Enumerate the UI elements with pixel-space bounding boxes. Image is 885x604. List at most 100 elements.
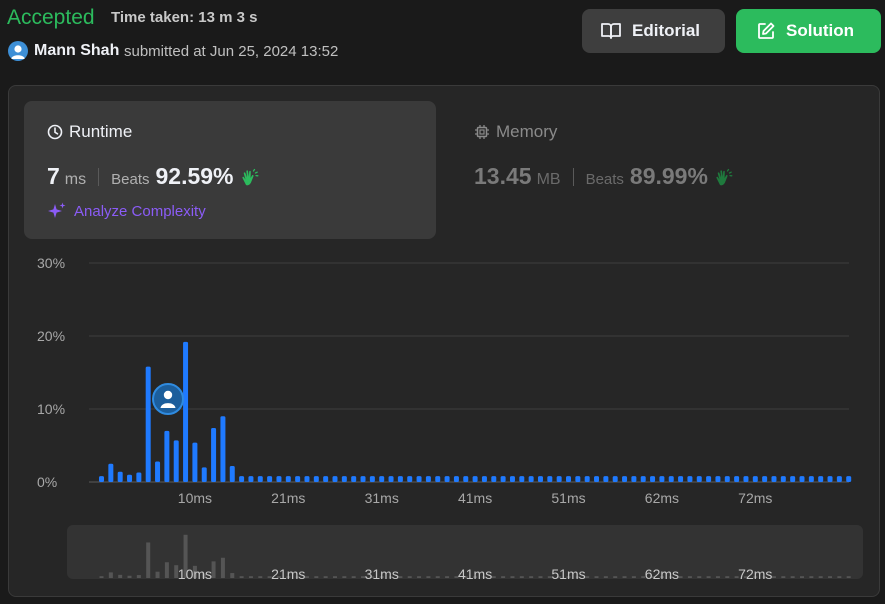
distribution-bar[interactable]: [715, 476, 721, 482]
distribution-bar[interactable]: [808, 476, 814, 482]
distribution-bar[interactable]: [491, 476, 497, 482]
distribution-bar[interactable]: [463, 476, 469, 482]
distribution-bar[interactable]: [528, 476, 534, 482]
distribution-bar[interactable]: [752, 476, 758, 482]
distribution-bar[interactable]: [594, 476, 600, 482]
distribution-bar[interactable]: [239, 476, 245, 482]
distribution-bar[interactable]: [369, 476, 375, 482]
distribution-bar[interactable]: [584, 476, 590, 482]
distribution-bar[interactable]: [435, 476, 441, 482]
distribution-bar[interactable]: [799, 476, 805, 482]
distribution-bar[interactable]: [537, 476, 543, 482]
distribution-bar[interactable]: [341, 476, 347, 482]
navigator-bar: [211, 561, 216, 578]
distribution-bar[interactable]: [444, 476, 450, 482]
navigator-bar: [351, 576, 356, 578]
distribution-bar[interactable]: [481, 476, 487, 482]
navigator-bar: [725, 576, 730, 578]
distribution-bar[interactable]: [360, 476, 366, 482]
navigator-bar: [519, 576, 524, 578]
distribution-bar[interactable]: [379, 476, 385, 482]
distribution-bar[interactable]: [836, 476, 842, 482]
distribution-bar[interactable]: [248, 476, 254, 482]
distribution-bar[interactable]: [211, 427, 217, 482]
distribution-bar[interactable]: [201, 467, 207, 482]
distribution-bar[interactable]: [173, 440, 179, 482]
distribution-bar[interactable]: [127, 474, 133, 482]
x-tick-label: 51ms: [551, 490, 585, 506]
distribution-bar[interactable]: [500, 476, 506, 482]
distribution-bar[interactable]: [659, 476, 665, 482]
navigator-bar: [501, 576, 506, 578]
distribution-bar[interactable]: [566, 476, 571, 482]
distribution-bar[interactable]: [313, 476, 319, 482]
navigator-bar: [585, 576, 590, 578]
distribution-bar[interactable]: [706, 476, 712, 482]
navigator-bar: [687, 576, 692, 578]
distribution-bar[interactable]: [612, 476, 618, 482]
distribution-bar[interactable]: [397, 476, 403, 482]
navigator-bar: [697, 576, 702, 578]
distribution-bar[interactable]: [818, 476, 824, 482]
distribution-bar[interactable]: [332, 476, 338, 482]
distribution-bar[interactable]: [827, 476, 833, 482]
user-position-marker[interactable]: [152, 383, 184, 415]
distribution-bar[interactable]: [622, 476, 628, 482]
x-tick-label: 62ms: [645, 490, 679, 506]
distribution-bar[interactable]: [136, 472, 142, 482]
distribution-bar[interactable]: [99, 476, 104, 482]
distribution-bar[interactable]: [220, 416, 226, 482]
navigator-tick-label: 62ms: [645, 566, 679, 582]
distribution-bar[interactable]: [407, 476, 413, 482]
distribution-bar[interactable]: [603, 476, 609, 482]
distribution-bar[interactable]: [790, 476, 796, 482]
distribution-bar[interactable]: [117, 471, 123, 482]
distribution-bar[interactable]: [575, 476, 581, 482]
navigator-tick-label: 41ms: [458, 566, 492, 582]
distribution-bar[interactable]: [425, 476, 431, 482]
distribution-bar[interactable]: [631, 476, 637, 482]
distribution-bar[interactable]: [678, 476, 684, 482]
distribution-bar[interactable]: [295, 476, 301, 482]
navigator-bar: [99, 576, 104, 578]
distribution-bar[interactable]: [650, 476, 656, 482]
distribution-bar[interactable]: [696, 476, 702, 482]
distribution-bar[interactable]: [192, 442, 198, 482]
distribution-bar[interactable]: [687, 476, 693, 482]
distribution-bar[interactable]: [640, 476, 646, 482]
distribution-bar[interactable]: [668, 476, 674, 482]
distribution-bar[interactable]: [229, 465, 235, 482]
distribution-bar[interactable]: [556, 476, 562, 482]
distribution-bar[interactable]: [285, 476, 291, 482]
distribution-bar[interactable]: [734, 476, 740, 482]
navigator-bar: [529, 576, 534, 578]
distribution-bar[interactable]: [472, 476, 478, 482]
distribution-bar[interactable]: [276, 476, 282, 482]
navigator-bar: [323, 576, 328, 578]
distribution-bar[interactable]: [304, 476, 310, 482]
distribution-bar[interactable]: [547, 476, 553, 482]
distribution-bar[interactable]: [743, 476, 749, 482]
distribution-bar[interactable]: [257, 476, 263, 482]
distribution-bar[interactable]: [267, 476, 273, 482]
navigator-bar: [809, 576, 814, 578]
distribution-bar[interactable]: [108, 463, 114, 482]
distribution-bar[interactable]: [164, 430, 170, 482]
distribution-bar[interactable]: [453, 476, 459, 482]
user-icon: [163, 390, 173, 400]
distribution-bar[interactable]: [724, 476, 730, 482]
distribution-bar[interactable]: [519, 476, 525, 482]
distribution-bar[interactable]: [509, 476, 515, 482]
distribution-bar[interactable]: [323, 476, 329, 482]
distribution-bar[interactable]: [846, 476, 852, 482]
distribution-bar[interactable]: [183, 341, 189, 482]
distribution-bar[interactable]: [780, 476, 786, 482]
distribution-bar[interactable]: [351, 476, 357, 482]
distribution-bar[interactable]: [771, 476, 777, 482]
navigator-bar: [239, 576, 244, 578]
distribution-bar[interactable]: [145, 366, 151, 482]
distribution-bar[interactable]: [388, 476, 394, 482]
distribution-bar[interactable]: [155, 461, 161, 482]
distribution-bar[interactable]: [416, 476, 422, 482]
distribution-bar[interactable]: [762, 476, 768, 482]
